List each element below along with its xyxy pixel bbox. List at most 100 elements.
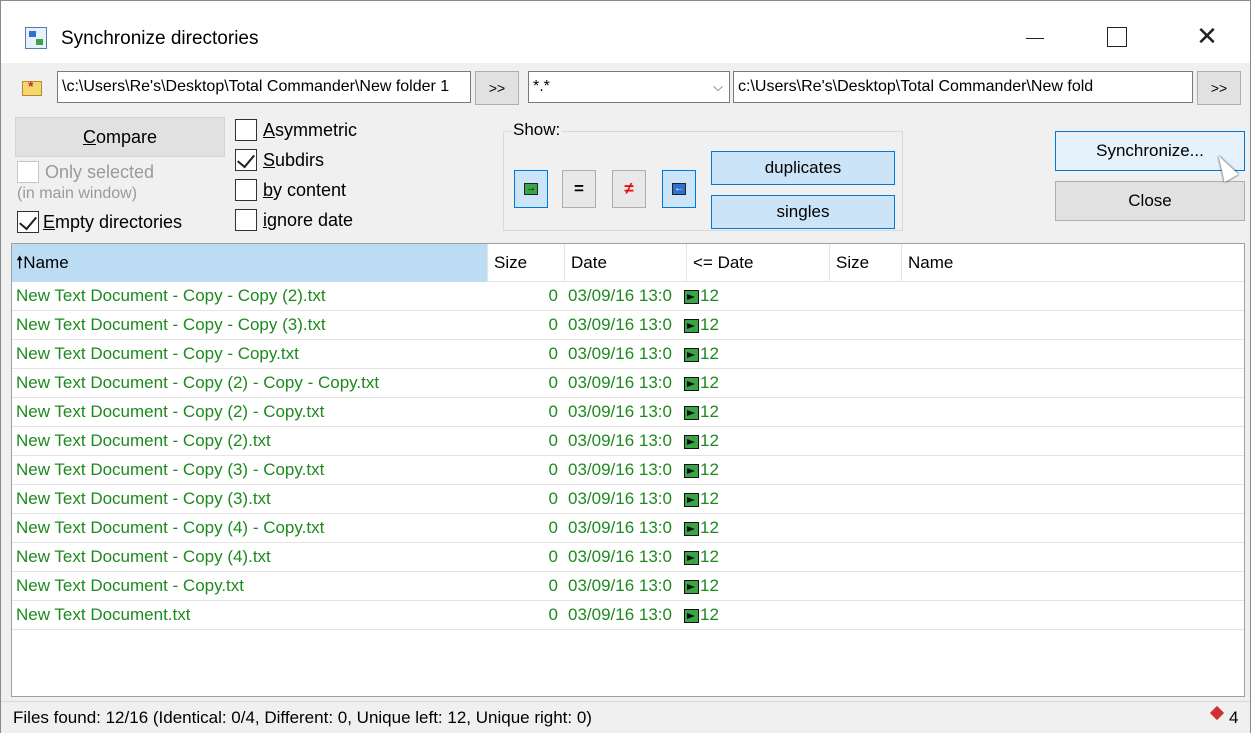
empty-directories-checkbox[interactable] [17,211,39,233]
copy-right-icon [684,435,699,449]
file-date: 03/09/16 13:0 [568,315,672,334]
file-size: 0 [548,373,558,392]
file-date: 03/09/16 13:0 [568,489,672,508]
list-header: 🠕Name Size Date <= Date Size Name [12,244,1244,282]
table-row[interactable]: New Text Document - Copy (4) - Copy.txt 0… [12,514,1244,543]
maximize-icon[interactable] [1087,15,1147,59]
ignore-date-checkbox[interactable] [235,209,257,231]
column-size-left[interactable]: Size [488,244,565,282]
file-size: 0 [548,547,558,566]
file-name: New Text Document - Copy (3).txt [16,489,271,508]
table-row[interactable]: New Text Document - Copy (2).txt 0 03/09/1… [12,427,1244,456]
column-size-right[interactable]: Size [830,244,902,282]
copy-right-icon [684,319,699,333]
minimize-icon[interactable] [1005,15,1065,59]
file-date-tail: 12 [700,576,719,595]
empty-directories-label: Empty directories [43,212,183,232]
column-name[interactable]: 🠕Name [12,244,488,282]
show-different-button[interactable]: ≠ [612,170,646,208]
by-content-checkbox[interactable] [235,179,257,201]
show-equal-button[interactable]: = [562,170,596,208]
file-name: New Text Document - Copy (2) - Copy.txt [16,402,325,421]
title-bar: Synchronize directories ✕ [1,1,1250,63]
close-icon[interactable]: ✕ [1177,15,1237,59]
table-row[interactable]: New Text Document - Copy - Copy (3).txt 0… [12,311,1244,340]
file-size: 0 [548,518,558,537]
file-size: 0 [548,344,558,363]
table-row[interactable]: New Text Document - Copy.txt 0 03/09/16 13… [12,572,1244,601]
file-name: New Text Document.txt [16,605,191,624]
table-row[interactable]: New Text Document - Copy (3).txt 0 03/09/1… [12,485,1244,514]
right-path-input[interactable]: c:\Users\Re's\Desktop\Total Commander\Ne… [733,71,1193,103]
show-label: Show: [511,120,563,140]
subdirs-checkbox[interactable] [235,149,257,171]
in-main-window-label: (in main window) [17,185,138,202]
copy-right-icon [684,348,699,362]
table-row[interactable]: New Text Document - Copy (3) - Copy.txt 0… [12,456,1244,485]
file-date: 03/09/16 13:0 [568,605,672,624]
file-date-tail: 12 [700,315,719,334]
singles-button[interactable]: singles [711,195,895,229]
folder-icon [22,78,42,96]
left-path-input[interactable]: c:\Users\Re's\Desktop\Total Commander\Ne… [57,71,471,103]
status-text: Files found: 12/16 (Identical: 0/4, Diff… [13,708,592,727]
file-size: 0 [548,576,558,595]
table-row[interactable]: New Text Document - Copy (2) - Copy - Co… [12,369,1244,398]
arrow-left-icon: ← [672,183,686,195]
show-copy-left-button[interactable]: ← [662,170,696,208]
file-name: New Text Document - Copy (4).txt [16,547,271,566]
only-selected-checkbox[interactable] [17,161,39,183]
file-date-tail: 12 [700,402,719,421]
file-size: 0 [548,605,558,624]
file-size: 0 [548,489,558,508]
file-size: 0 [548,315,558,334]
compare-button[interactable]: Compare [15,117,225,157]
table-row[interactable]: New Text Document - Copy (2) - Copy.txt 0… [12,398,1244,427]
table-row[interactable]: New Text Document - Copy - Copy.txt 0 03/0… [12,340,1244,369]
folder-button[interactable] [15,73,49,103]
column-name-label: Name [23,253,69,272]
copy-right-icon [684,609,699,623]
status-count: 4 [1229,708,1239,727]
table-row[interactable]: New Text Document.txt 0 03/09/16 13:0 12 [12,601,1244,630]
file-date-tail: 12 [700,344,719,363]
file-name: New Text Document - Copy - Copy.txt [16,344,299,363]
close-button[interactable]: Close [1055,181,1245,221]
file-name: New Text Document - Copy (4) - Copy.txt [16,518,325,537]
file-list[interactable]: 🠕Name Size Date <= Date Size Name New Te… [11,243,1245,697]
column-name-right[interactable]: Name [902,244,1244,282]
compare-label: Compare [82,126,158,147]
show-copy-right-button[interactable]: → [514,170,548,208]
left-browse-button[interactable]: >> [475,71,519,105]
file-date-tail: 12 [700,286,719,305]
file-mask-combo[interactable]: *.* ⌵ [528,71,730,103]
file-date: 03/09/16 13:0 [568,460,672,479]
file-date-tail: 12 [700,489,719,508]
status-bar: Files found: 12/16 (Identical: 0/4, Diff… [1,701,1250,733]
right-browse-button[interactable]: >> [1197,71,1241,105]
only-selected-label: Only selected [45,162,155,182]
file-date: 03/09/16 13:0 [568,431,672,450]
copy-right-icon [684,377,699,391]
file-date-tail: 12 [700,605,719,624]
sync-app-icon [25,27,47,49]
duplicates-button[interactable]: duplicates [711,151,895,185]
column-date-left[interactable]: Date [565,244,687,282]
asymmetric-checkbox[interactable] [235,119,257,141]
table-row[interactable]: New Text Document - Copy (4).txt 0 03/09/1… [12,543,1244,572]
file-name: New Text Document - Copy (2) - Copy - Co… [16,373,380,392]
copy-right-icon [684,580,699,594]
file-size: 0 [548,402,558,421]
file-name: New Text Document - Copy - Copy (2).txt [16,286,326,305]
file-date-tail: 12 [700,373,719,392]
chevron-down-icon[interactable]: ⌵ [713,72,723,102]
file-date: 03/09/16 13:0 [568,518,672,537]
column-compare-date[interactable]: <= Date [687,244,830,282]
file-date-tail: 12 [700,431,719,450]
file-mask-text: *.* [533,78,550,95]
file-name: New Text Document - Copy (2).txt [16,431,271,450]
file-name: New Text Document - Copy (3) - Copy.txt [16,460,325,479]
table-row[interactable]: New Text Document - Copy - Copy (2).txt 0… [12,282,1244,311]
by-content-label: by content [263,180,347,200]
left-path-text: c:\Users\Re's\Desktop\Total Commander\Ne… [62,78,450,95]
